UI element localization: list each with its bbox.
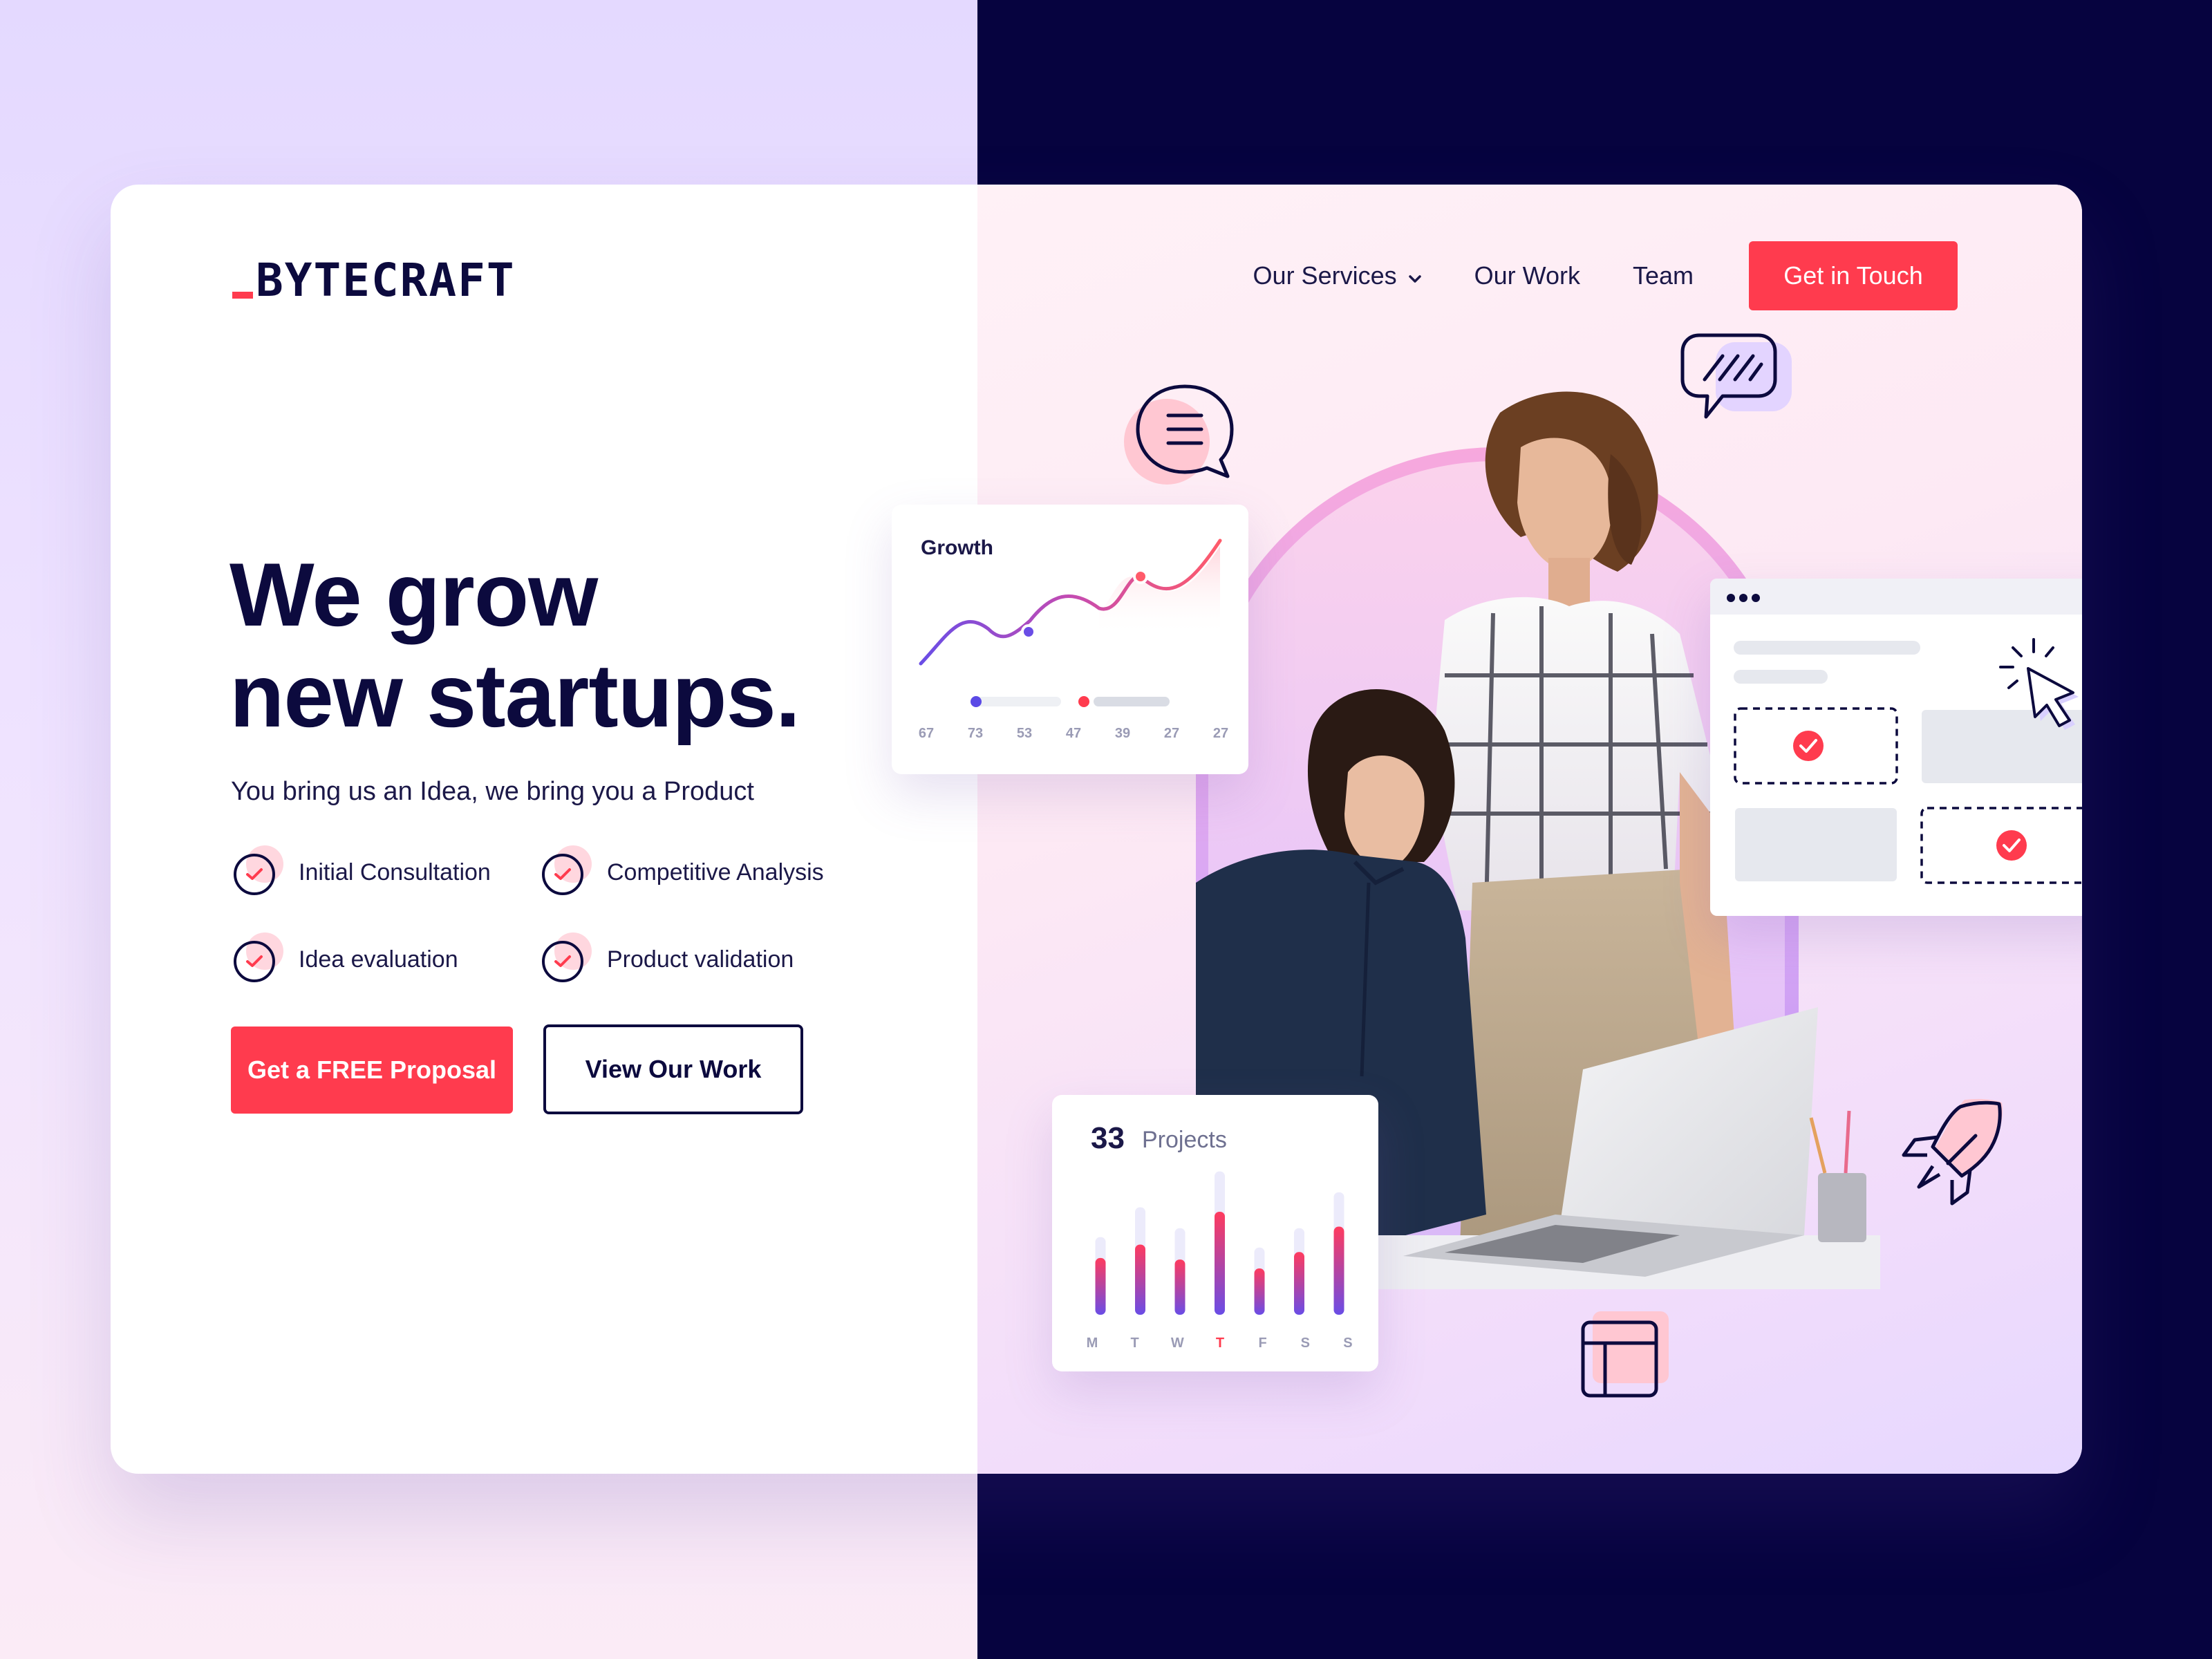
day-label: T (1130, 1335, 1139, 1351)
growth-label: 53 (1016, 726, 1033, 741)
feature-label: Initial Consultation (299, 859, 491, 885)
get-free-proposal-button[interactable]: Get a FREE Proposal (231, 1027, 513, 1114)
feature-item: Idea evaluation (234, 932, 542, 984)
chat-bubble-slashes-icon (1680, 333, 1792, 419)
feature-item: Competitive Analysis (542, 845, 874, 897)
check-circle-icon (234, 932, 283, 982)
project-bar (1254, 1268, 1265, 1315)
projects-day-labels: M T W T F S S (1084, 1335, 1356, 1351)
day-label: M (1086, 1335, 1098, 1351)
feature-item: Initial Consultation (234, 845, 542, 897)
day-label: S (1300, 1335, 1310, 1351)
day-label: T (1215, 1335, 1225, 1351)
project-bar (1294, 1252, 1304, 1315)
layout-icon (1581, 1311, 1669, 1398)
window-dot-icon (1727, 594, 1735, 602)
hero-title: We grow new startups. (229, 544, 800, 746)
hero-title-line1: We grow (229, 544, 598, 645)
view-our-work-button[interactable]: View Our Work (543, 1024, 803, 1114)
window-dot-icon (1752, 594, 1760, 602)
nav-our-work[interactable]: Our Work (1474, 261, 1580, 290)
project-bar (1174, 1259, 1185, 1315)
growth-label: 67 (918, 726, 935, 741)
growth-point-marker (1133, 569, 1148, 584)
check-badge-icon (1996, 830, 2027, 861)
landing-card: BYTECRAFT Our Services Our Work Team Get… (111, 185, 2082, 1474)
day-label: S (1343, 1335, 1353, 1351)
bytecraft-logo[interactable]: BYTECRAFT (232, 254, 516, 307)
growth-label: 27 (1163, 726, 1180, 741)
day-label: W (1170, 1335, 1184, 1351)
growth-widget: Growth 67 73 53 47 39 27 27 (892, 505, 1248, 774)
project-bar (1333, 1226, 1344, 1315)
feature-list: Initial Consultation Competitive Analysi… (234, 845, 870, 984)
hero-title-line2: new startups. (229, 645, 800, 746)
check-badge-icon (1793, 731, 1824, 761)
hero-subtitle: You bring us an Idea, we bring you a Pro… (231, 777, 754, 806)
growth-axis-labels: 67 73 53 47 39 27 27 (911, 726, 1236, 742)
day-label: F (1258, 1335, 1267, 1351)
feature-label: Product validation (607, 946, 794, 973)
growth-point-marker (1021, 624, 1036, 639)
check-circle-icon (234, 845, 283, 895)
chat-bubble-lines-icon (1124, 384, 1234, 485)
chevron-down-icon (1408, 261, 1422, 290)
nav-team[interactable]: Team (1633, 261, 1694, 290)
projects-widget: 33 Projects M T W T F S S (1052, 1095, 1378, 1371)
feature-label: Idea evaluation (299, 946, 458, 973)
get-in-touch-button[interactable]: Get in Touch (1749, 241, 1958, 310)
project-bar (1215, 1211, 1225, 1315)
check-circle-icon (542, 932, 592, 982)
logo-underscore-mark (232, 292, 253, 299)
logo-text: BYTECRAFT (256, 254, 516, 307)
main-nav: Our Services Our Work Team Get in Touch (1253, 241, 1958, 310)
growth-label: 27 (1212, 726, 1229, 741)
browser-mockup-widget (1710, 579, 2082, 916)
nav-our-services-label: Our Services (1253, 261, 1397, 290)
project-bar (1095, 1257, 1106, 1315)
growth-label: 39 (1114, 726, 1131, 741)
feature-item: Product validation (542, 932, 874, 984)
window-dot-icon (1739, 594, 1747, 602)
rocket-icon (1902, 1098, 2003, 1206)
feature-label: Competitive Analysis (607, 859, 824, 885)
check-circle-icon (542, 845, 592, 895)
project-bar (1135, 1244, 1145, 1315)
growth-label: 47 (1065, 726, 1082, 741)
nav-our-services[interactable]: Our Services (1253, 261, 1422, 290)
growth-label: 73 (967, 726, 984, 741)
